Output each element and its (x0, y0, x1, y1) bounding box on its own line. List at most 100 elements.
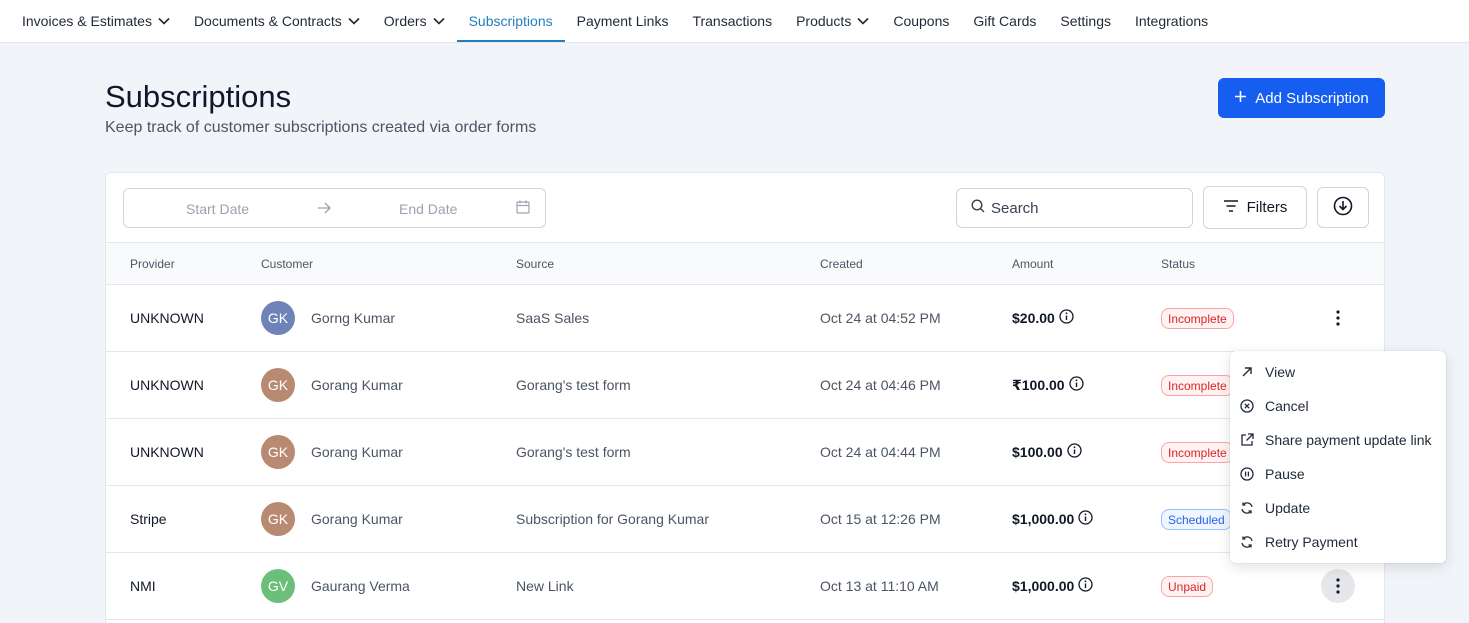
end-date-placeholder[interactable]: End Date (399, 201, 457, 217)
nav-invoices-estimates[interactable]: Invoices & Estimates (10, 0, 182, 42)
refresh-icon (1240, 501, 1254, 515)
x-circle-icon (1240, 399, 1254, 413)
pause-circle-icon (1240, 467, 1254, 481)
nav-payment-links[interactable]: Payment Links (565, 0, 681, 42)
amount-value: $20.00 (1012, 310, 1055, 326)
provider-cell: Stripe (130, 511, 167, 527)
date-range-picker[interactable]: Start Date End Date (123, 188, 546, 228)
provider-cell: UNKNOWN (130, 444, 204, 460)
amount-cell: $20.00 (1012, 309, 1074, 327)
table-row[interactable]: Stripe GK Gorang Kumar Subscription for … (106, 486, 1384, 553)
table-row[interactable]: UNKNOWN GK Gorang Kumar Gorang's test fo… (106, 352, 1384, 419)
menu-item-view[interactable]: View (1230, 355, 1446, 389)
menu-item-retry-payment[interactable]: Retry Payment (1230, 525, 1446, 559)
filters-button[interactable]: Filters (1203, 186, 1307, 229)
column-header-customer: Customer (261, 257, 314, 271)
page-subtitle: Keep track of customer subscriptions cre… (105, 119, 537, 136)
created-cell: Oct 13 at 11:10 AM (820, 578, 939, 594)
column-header-source: Source (516, 257, 555, 271)
avatar: GV (261, 569, 295, 603)
nav-label: Transactions (692, 13, 773, 29)
created-cell: Oct 24 at 04:52 PM (820, 310, 941, 326)
row-actions-button[interactable] (1321, 301, 1355, 335)
menu-item-label: Cancel (1265, 398, 1309, 414)
download-icon (1333, 196, 1353, 219)
menu-item-update[interactable]: Update (1230, 491, 1446, 525)
nav-documents-contracts[interactable]: Documents & Contracts (182, 0, 372, 42)
info-icon[interactable] (1078, 577, 1093, 595)
chevron-down-icon (433, 17, 445, 25)
arrow-up-right-icon (1240, 365, 1254, 379)
kebab-icon (1336, 578, 1340, 594)
column-header-provider: Provider (130, 257, 175, 271)
nav-label: Integrations (1134, 13, 1209, 29)
table-row[interactable]: UNKNOWN GK Gorang Kumar Gorang's test fo… (106, 419, 1384, 486)
nav-subscriptions[interactable]: Subscriptions (456, 0, 565, 42)
info-icon[interactable] (1059, 309, 1074, 327)
provider-cell: NMI (130, 578, 156, 594)
table-row[interactable]: UNKNOWN GK Gorng Kumar SaaS Sales Oct 24… (106, 285, 1384, 352)
avatar: GK (261, 301, 295, 335)
nav-transactions[interactable]: Transactions (680, 0, 784, 42)
search-field[interactable] (956, 188, 1193, 228)
amount-cell: $1,000.00 (1012, 510, 1093, 528)
avatar: GK (261, 368, 295, 402)
customer-cell: Gorang Kumar (311, 444, 403, 460)
table-header: Provider Customer Source Created Amount … (106, 242, 1384, 285)
calendar-icon (516, 200, 530, 217)
plus-icon (1234, 90, 1247, 107)
nav-label: Settings (1060, 13, 1111, 29)
status-badge: Unpaid (1161, 576, 1214, 597)
filter-icon (1223, 199, 1239, 216)
column-header-status: Status (1161, 257, 1196, 271)
column-header-created: Created (820, 257, 863, 271)
menu-item-pause[interactable]: Pause (1230, 457, 1446, 491)
chevron-down-icon (158, 17, 170, 25)
amount-cell: $100.00 (1012, 443, 1082, 461)
menu-item-share-payment-update-link[interactable]: Share payment update link (1230, 423, 1446, 457)
table-row[interactable]: NMI GV Gaurang Verma New Link Oct 13 at … (106, 553, 1384, 620)
source-cell: New Link (516, 578, 574, 594)
search-input[interactable] (991, 199, 1181, 217)
created-cell: Oct 24 at 04:46 PM (820, 377, 941, 393)
status-badge: Incomplete (1161, 442, 1234, 463)
nav-coupons[interactable]: Coupons (881, 0, 961, 42)
nav-label: Documents & Contracts (193, 13, 342, 29)
row-actions-button[interactable] (1321, 569, 1355, 603)
nav-orders[interactable]: Orders (372, 0, 457, 42)
provider-cell: UNKNOWN (130, 377, 204, 393)
download-button[interactable] (1317, 187, 1369, 228)
nav-label: Payment Links (576, 13, 669, 29)
add-subscription-label: Add Subscription (1255, 89, 1369, 107)
nav-label: Invoices & Estimates (22, 13, 152, 29)
add-subscription-button[interactable]: Add Subscription (1218, 78, 1385, 118)
start-date-placeholder[interactable]: Start Date (186, 201, 249, 217)
external-link-icon (1240, 433, 1254, 447)
menu-item-cancel[interactable]: Cancel (1230, 389, 1446, 423)
status-badge: Incomplete (1161, 308, 1234, 329)
nav-products[interactable]: Products (784, 0, 881, 42)
amount-value: $1,000.00 (1012, 511, 1075, 527)
menu-item-label: Share payment update link (1265, 432, 1432, 448)
avatar: GK (261, 435, 295, 469)
menu-item-label: Retry Payment (1265, 534, 1358, 550)
nav-label: Subscriptions (468, 13, 553, 29)
info-icon[interactable] (1066, 443, 1082, 461)
page-title: Subscriptions (105, 79, 292, 114)
status-badge: Scheduled (1161, 509, 1232, 530)
nav-gift-cards[interactable]: Gift Cards (961, 0, 1048, 42)
nav-integrations[interactable]: Integrations (1123, 0, 1220, 42)
provider-cell: UNKNOWN (130, 310, 204, 326)
top-nav: Invoices & Estimates Documents & Contrac… (0, 0, 1469, 43)
nav-settings[interactable]: Settings (1048, 0, 1123, 42)
source-cell: SaaS Sales (516, 310, 590, 326)
created-cell: Oct 15 at 12:26 PM (820, 511, 941, 527)
info-icon[interactable] (1068, 376, 1084, 394)
column-header-amount: Amount (1012, 257, 1054, 271)
nav-label: Orders (383, 13, 427, 29)
customer-cell: Gorang Kumar (311, 377, 403, 393)
subscriptions-card: Start Date End Date Filters Provider Cus… (105, 172, 1385, 623)
info-icon[interactable] (1078, 510, 1093, 528)
avatar: GK (261, 502, 295, 536)
chevron-down-icon (857, 17, 869, 25)
